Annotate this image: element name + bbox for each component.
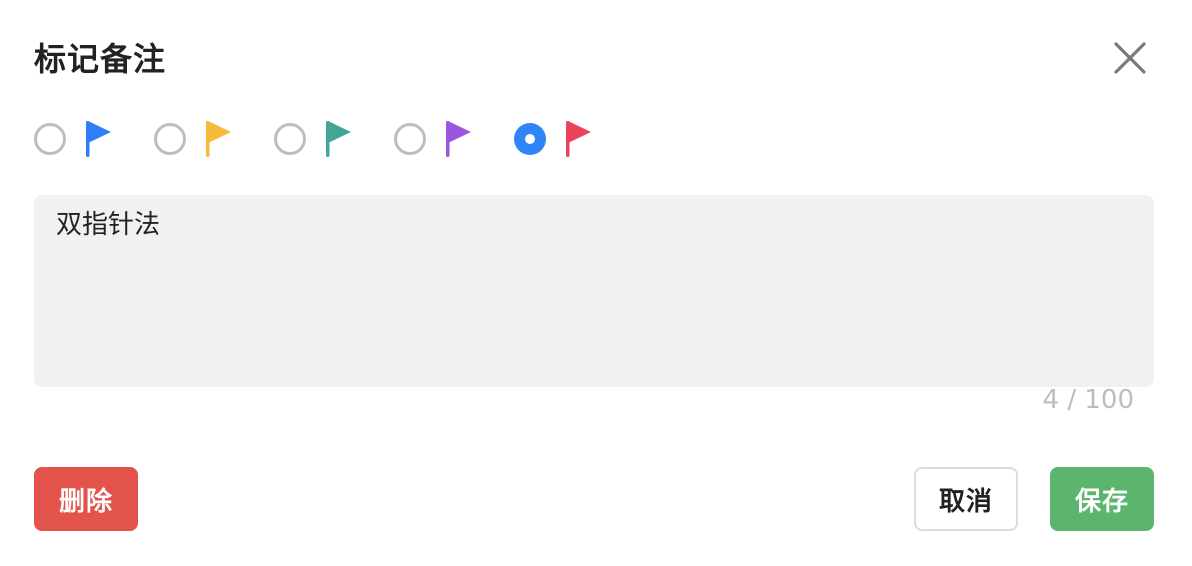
dialog-title: 标记备注: [34, 40, 167, 78]
close-button[interactable]: [1110, 38, 1150, 78]
note-dialog: 标记备注 双指针法 4 / 100 删除 取消 保存: [0, 0, 1192, 566]
color-option-red[interactable]: [514, 118, 634, 160]
color-option-purple[interactable]: [394, 118, 514, 160]
flag-icon: [86, 121, 111, 157]
flag-icon: [326, 121, 351, 157]
color-option-teal[interactable]: [274, 118, 394, 160]
color-option-blue[interactable]: [34, 118, 154, 160]
flag-icon: [446, 121, 471, 157]
radio-yellow[interactable]: [154, 123, 186, 155]
radio-red[interactable]: [514, 123, 546, 155]
char-counter: 4 / 100: [1042, 385, 1134, 415]
note-textarea[interactable]: 双指针法: [34, 195, 1154, 387]
radio-teal[interactable]: [274, 123, 306, 155]
flag-icon: [206, 121, 231, 157]
color-option-yellow[interactable]: [154, 118, 274, 160]
radio-purple[interactable]: [394, 123, 426, 155]
save-button[interactable]: 保存: [1050, 467, 1154, 531]
color-options: [34, 118, 634, 160]
cancel-button[interactable]: 取消: [914, 467, 1018, 531]
flag-icon: [566, 121, 591, 157]
delete-button[interactable]: 删除: [34, 467, 138, 531]
close-icon: [1114, 42, 1146, 74]
radio-blue[interactable]: [34, 123, 66, 155]
